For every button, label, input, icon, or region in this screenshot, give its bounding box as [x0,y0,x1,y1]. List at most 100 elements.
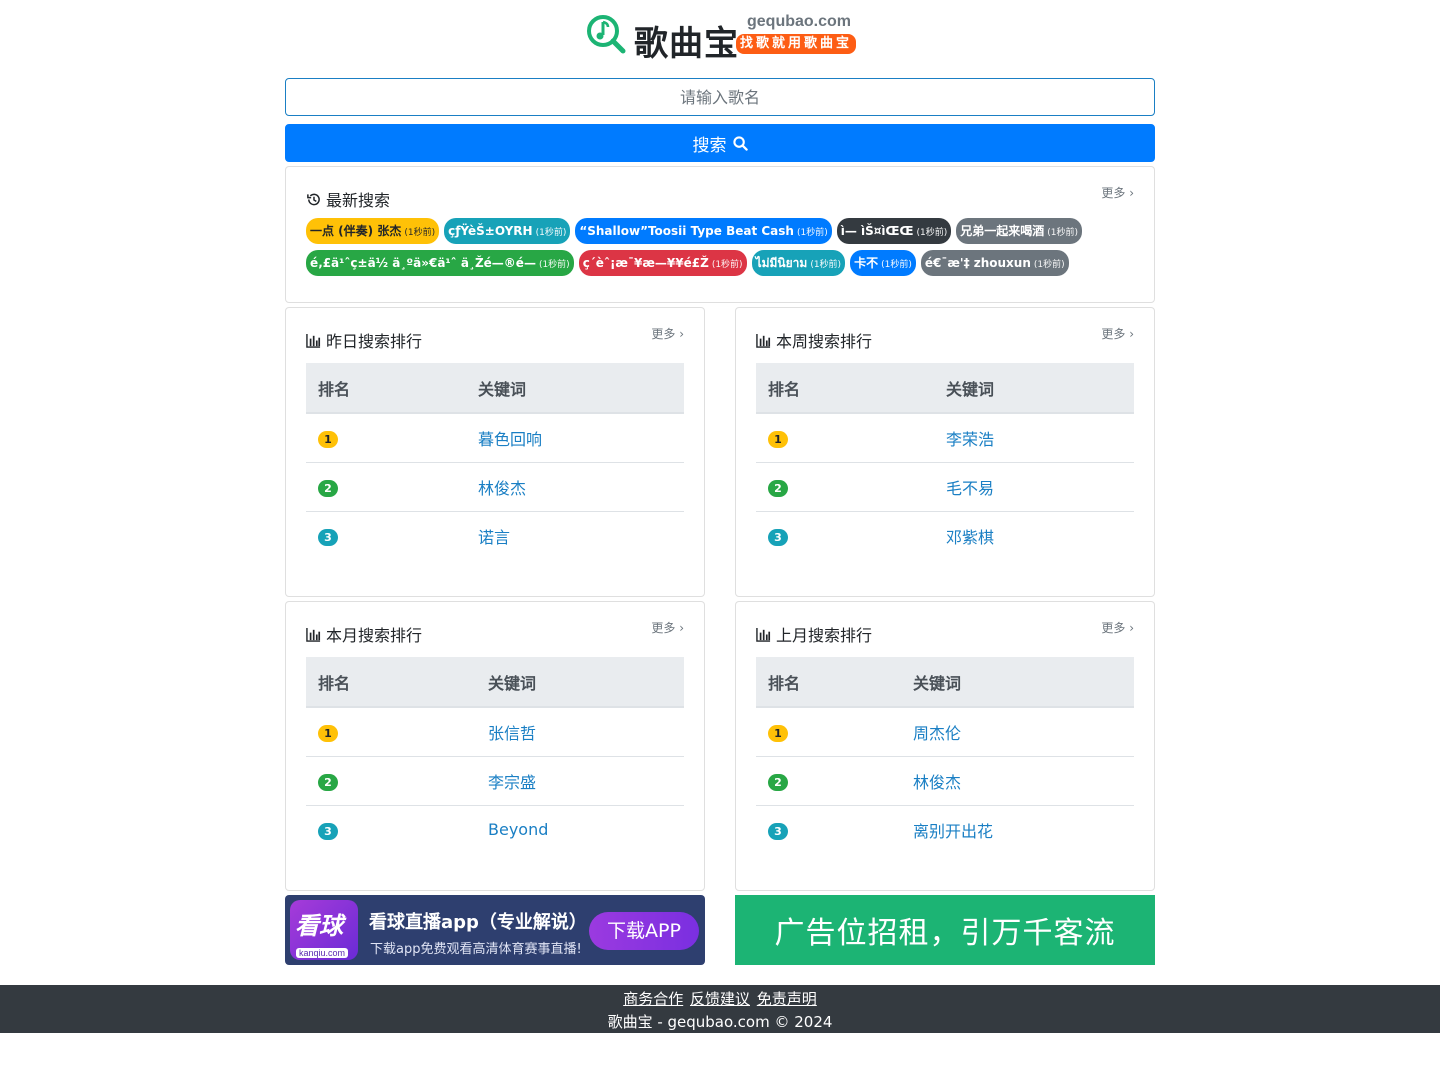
keyword-link[interactable]: 张信哲 [488,724,536,743]
kanqiu-icon-domain: kanqiu.com [296,948,349,958]
bar-chart-icon [756,627,771,642]
ranking-more-link[interactable]: 更多 › [651,325,684,342]
footer: 商务合作 反馈建议 免责声明 歌曲宝 - gequbao.com © 2024 [0,985,1440,1033]
recent-search-tag[interactable]: é€¯æ'‡ zhouxun (1秒前) [920,250,1069,276]
table-row: 3 邓紫棋 [756,511,1134,560]
more-label: 更多 [1101,186,1126,200]
rank-badge: 3 [768,822,788,840]
ranking-title: 本周搜索排行 [756,328,872,352]
rank-badge: 2 [318,773,338,791]
column-header-rank: 排名 [306,363,466,414]
chevron-right-icon: › [679,621,684,635]
kanqiu-icon-text: 看球 [295,912,343,940]
download-app-button[interactable]: 下载APP [589,912,699,950]
ad-space-banner[interactable]: 广告位招租，引万千客流 [735,895,1155,965]
recent-search-tag[interactable]: é‚£ä¹ˆç±ä½ ä¸ºä»€ä¹ˆ ä¸Žé—®é— (1秒前) [306,250,574,276]
keyword-link[interactable]: 李宗盛 [488,773,536,792]
recent-search-time: (1秒前) [404,228,436,238]
keyword-link[interactable]: 林俊杰 [478,479,526,498]
site-logo[interactable]: 歌曲宝 gequbao.com 找歌就用歌曲宝 [586,12,876,64]
keyword-link[interactable]: 林俊杰 [913,773,961,792]
recent-search-time: (1秒前) [796,228,828,238]
search-button-label: 搜索 [692,135,727,156]
recent-search-text: çƒŸèŠ±OYRH [448,224,533,238]
column-header-keyword: 关键词 [466,363,684,414]
rank-badge: 2 [768,479,788,497]
table-row: 3 离别开出花 [756,805,1134,854]
recent-search-text: 卡不 [854,256,879,270]
ranking-header-row: 排名 关键词 [306,657,684,708]
recent-search-tag[interactable]: 一点 (伴奏) 张杰 (1秒前) [306,218,440,244]
recent-search-tag[interactable]: 卡不 (1秒前) [850,250,916,276]
recent-search-time: (1秒前) [881,260,912,270]
recent-search-tag[interactable]: çƒŸèŠ±OYRH (1秒前) [444,218,571,244]
recent-search-text: é‚£ä¹ˆç±ä½ ä¸ºä»€ä¹ˆ ä¸Žé—®é— [310,256,536,270]
column-header-rank: 排名 [756,657,901,708]
rank-badge: 2 [318,479,338,497]
bar-chart-icon [306,627,321,642]
search-button[interactable]: 搜索 [285,124,1155,162]
history-icon [307,193,320,205]
table-row: 3 诺言 [306,511,684,560]
keyword-link[interactable]: 邓紫棋 [946,528,994,547]
search-input[interactable] [285,78,1155,116]
ranking-card-yesterday: 昨日搜索排行 更多 › 排名 关键词 1 暮色回响 2 林俊杰 3 诺言 [285,307,705,597]
more-label: 更多 [651,621,676,635]
column-header-keyword: 关键词 [934,363,1134,414]
table-row: 1 张信哲 [306,707,684,757]
chevron-right-icon: › [1129,621,1134,635]
kanqiu-ad-banner[interactable]: 看球 kanqiu.com 看球直播app（专业解说） 下载app免费观看高清体… [285,895,705,965]
recent-search-tag[interactable]: ไม่มีนิยาม (1秒前) [751,250,846,276]
ranking-card-month: 本月搜索排行 更多 › 排名 关键词 1 张信哲 2 李宗盛 3 Beyond [285,601,705,891]
recent-search-time: (1秒前) [810,260,842,270]
ranking-more-link[interactable]: 更多 › [1101,325,1134,342]
rank-badge: 3 [768,528,788,546]
footer-link-disclaimer[interactable]: 免责声明 [757,990,817,1008]
recent-search-time: (1秒前) [711,260,743,270]
ranking-more-link[interactable]: 更多 › [651,619,684,636]
keyword-link[interactable]: 暮色回响 [478,430,542,449]
keyword-link[interactable]: 离别开出花 [913,822,993,841]
keyword-link[interactable]: 毛不易 [946,479,994,498]
search-icon [732,135,748,151]
column-header-rank: 排名 [306,657,476,708]
recent-search-tag[interactable]: “Shallow”Toosii Type Beat Cash (1秒前) [575,218,832,244]
site-slogan: 找歌就用歌曲宝 [736,34,857,54]
recent-search-time: (1秒前) [1033,260,1065,270]
ranking-more-link[interactable]: 更多 › [1101,619,1134,636]
ranking-title-label: 上月搜索排行 [776,626,873,645]
rank-badge: 2 [768,773,788,791]
footer-link-feedback[interactable]: 反馈建议 [690,990,750,1008]
recent-search-time: (1秒前) [538,260,570,270]
chevron-right-icon: › [1129,327,1134,341]
keyword-link[interactable]: 诺言 [478,528,510,547]
recent-search-text: 兄弟一起来喝酒 [960,224,1045,238]
site-title: 歌曲宝 [634,24,739,64]
keyword-link[interactable]: 周杰伦 [913,724,961,743]
recent-search-text: “Shallow”Toosii Type Beat Cash [579,224,794,238]
recent-search-time: (1秒前) [1047,228,1079,238]
kanqiu-app-icon: 看球 kanqiu.com [290,900,358,960]
keyword-link[interactable]: 李荣浩 [946,430,994,449]
ranking-table: 排名 关键词 1 李荣浩 2 毛不易 3 邓紫棋 [756,363,1134,560]
ranking-card-week: 本周搜索排行 更多 › 排名 关键词 1 李荣浩 2 毛不易 3 邓紫棋 [735,307,1155,597]
recent-search-tag[interactable]: ì— ìŠ¤ìŒŒ (1秒前) [836,218,952,244]
rank-badge: 1 [768,430,788,448]
column-header-rank: 排名 [756,363,934,414]
recent-more-link[interactable]: 更多 › [1101,184,1134,201]
recent-tag-row: 一点 (伴奏) 张杰 (1秒前) çƒŸèŠ±OYRH (1秒前) “Shallow”T… [306,218,1134,244]
recent-searches-label: 最新搜索 [326,191,391,210]
column-header-keyword: 关键词 [476,657,684,708]
recent-search-time: (1秒前) [535,228,567,238]
recent-search-tag[interactable]: 兄弟一起来喝酒 (1秒前) [956,218,1083,244]
keyword-link[interactable]: Beyond [488,820,548,839]
recent-search-tag[interactable]: ç´èˆ¡æ¯¥æ—¥¥é£Ž (1秒前) [578,250,747,276]
table-row: 2 林俊杰 [306,462,684,512]
ranking-table: 排名 关键词 1 张信哲 2 李宗盛 3 Beyond [306,657,684,854]
table-row: 2 毛不易 [756,462,1134,512]
ranking-title: 昨日搜索排行 [306,328,422,352]
ranking-title: 本月搜索排行 [306,622,422,646]
rank-badge: 1 [318,724,338,742]
footer-link-business[interactable]: 商务合作 [623,990,683,1008]
ranking-header-row: 排名 关键词 [756,363,1134,414]
